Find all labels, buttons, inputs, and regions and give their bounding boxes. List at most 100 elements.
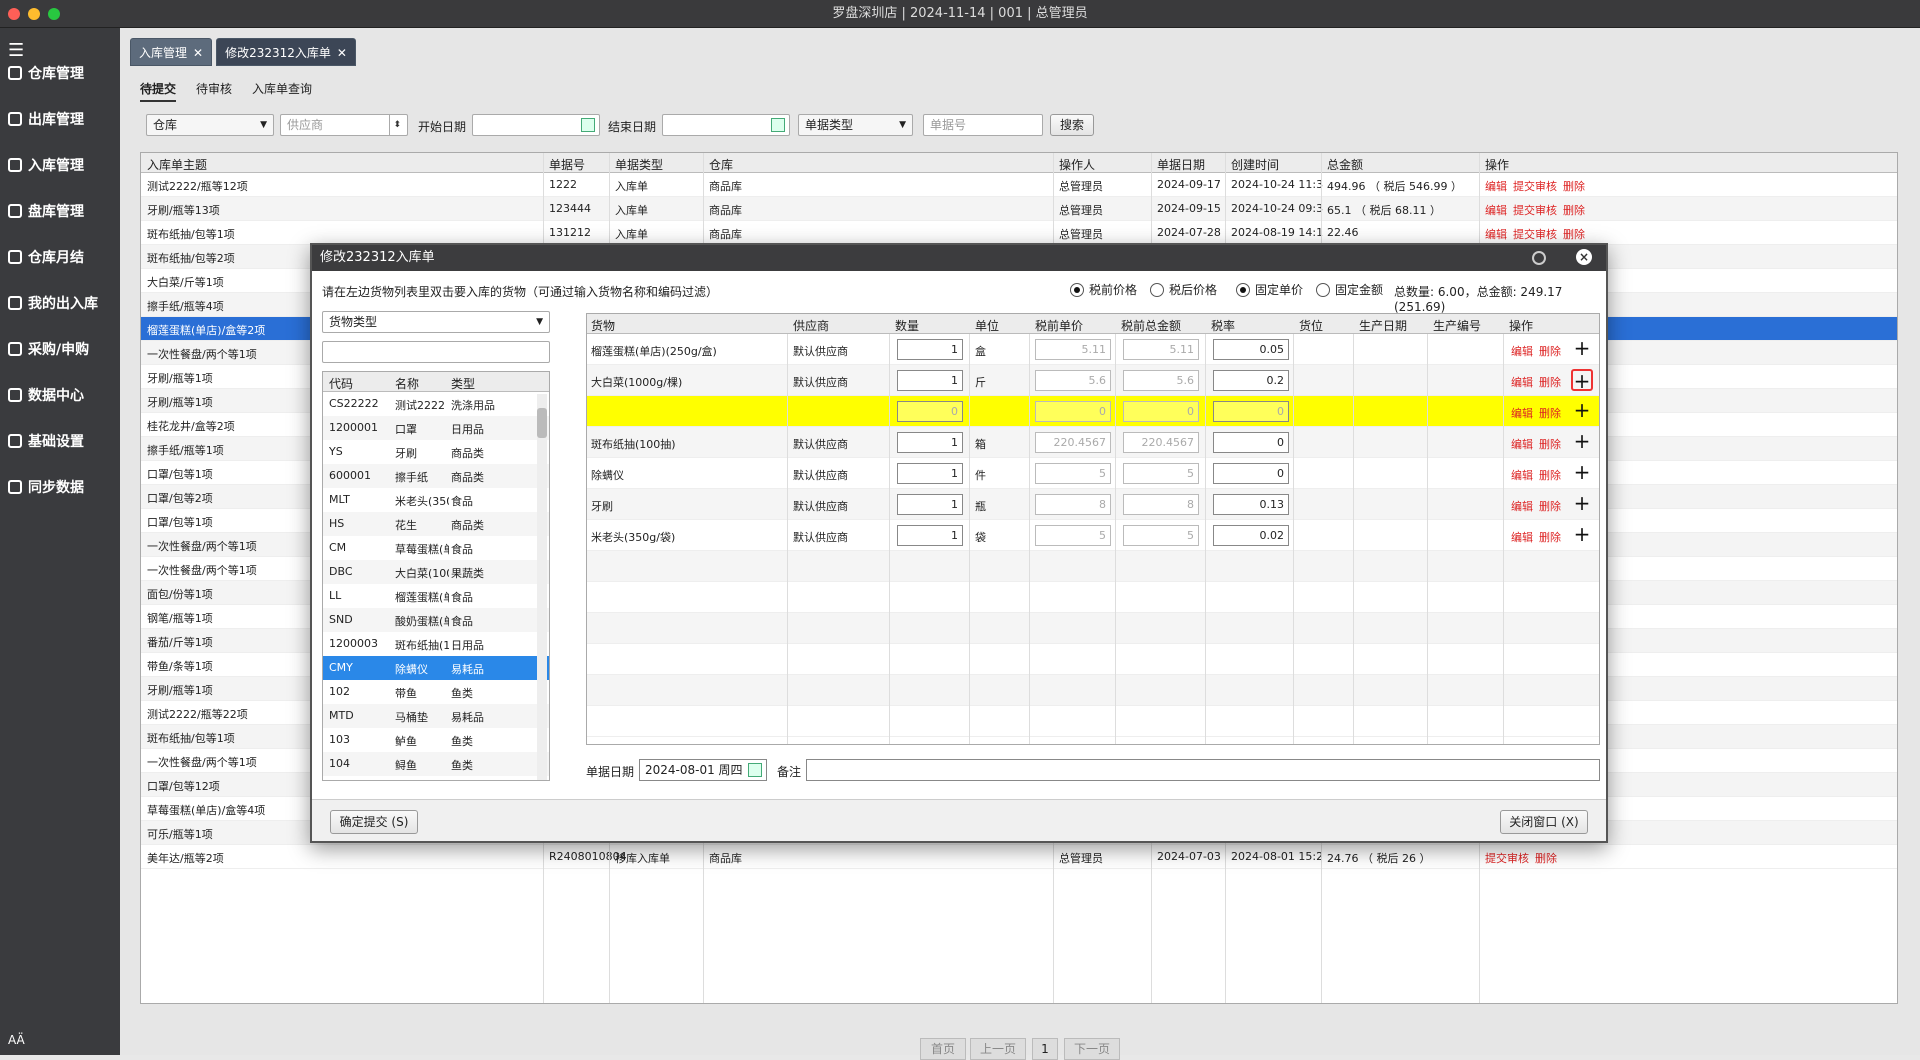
row-action-link[interactable]: 编辑 (1485, 228, 1507, 241)
subtab-query[interactable]: 入库单查询 (252, 80, 312, 102)
item-tax-input[interactable]: 0.2 (1213, 370, 1289, 391)
doc-type-select[interactable]: 单据类型 ▼ (798, 114, 913, 136)
goods-list-item[interactable]: YS 牙刷 商品类 (323, 440, 549, 464)
item-tax-input[interactable]: 0.02 (1213, 525, 1289, 546)
goods-list-item[interactable]: CM 草莓蛋糕(单 食品 (323, 536, 549, 560)
goods-list-item[interactable]: CS22222 测试2222 洗涤用品 (323, 392, 549, 416)
item-row[interactable]: 除螨仪 默认供应商件 1 5 5 0 编辑 删除 + (587, 458, 1599, 489)
item-qty-input[interactable]: 1 (897, 525, 963, 546)
calendar-icon[interactable] (581, 118, 595, 132)
goods-list-item[interactable]: 102 带鱼 鱼类 (323, 680, 549, 704)
sidebar-item[interactable]: 出库管理 (0, 96, 120, 142)
item-price-input[interactable]: 5 (1035, 525, 1111, 546)
goods-list-item[interactable]: HS 花生 商品类 (323, 512, 549, 536)
add-row-icon[interactable]: + (1571, 462, 1593, 484)
radio-fixed-amount[interactable]: 固定金额 (1316, 281, 1383, 298)
sidebar-item[interactable]: 入库管理 (0, 142, 120, 188)
item-total-input[interactable]: 220.4567 (1123, 432, 1199, 453)
item-qty-input[interactable]: 0 (897, 401, 963, 422)
item-qty-input[interactable]: 1 (897, 339, 963, 360)
radio-pretax-price[interactable]: 税前价格 (1070, 281, 1137, 298)
row-action-link[interactable]: 编辑 (1485, 204, 1507, 217)
sidebar-item[interactable]: 仓库管理 (0, 50, 120, 96)
item-row[interactable]: 榴莲蛋糕(单店)(250g/盒) 默认供应商 盒 1 5.11 5.11 0.05 编辑 删除 + (587, 334, 1599, 365)
edit-item-link[interactable]: 编辑 (1511, 498, 1533, 514)
zoom-window-dot[interactable] (48, 8, 60, 20)
close-icon[interactable]: ✕ (337, 46, 347, 60)
item-total-input[interactable]: 5 (1123, 463, 1199, 484)
goods-filter-input[interactable] (322, 341, 550, 363)
item-total-input[interactable]: 0 (1123, 401, 1199, 422)
minimize-window-dot[interactable] (28, 8, 40, 20)
doc-no-input[interactable]: 单据号 (923, 114, 1043, 136)
delete-item-link[interactable]: 删除 (1539, 529, 1561, 545)
edit-item-link[interactable]: 编辑 (1511, 436, 1533, 452)
item-row[interactable]: 大白菜(1000g/棵) 默认供应商 斤 1 5.6 5.6 0.2 编辑 删除 + (587, 365, 1599, 396)
add-row-icon[interactable]: + (1571, 493, 1593, 515)
add-row-icon[interactable]: + (1571, 524, 1593, 546)
item-price-input[interactable]: 0 (1035, 401, 1111, 422)
goods-list-item[interactable]: 103 鲈鱼 鱼类 (323, 728, 549, 752)
item-tax-input[interactable]: 0 (1213, 463, 1289, 484)
item-total-input[interactable]: 5 (1123, 525, 1199, 546)
item-qty-input[interactable]: 1 (897, 370, 963, 391)
goods-list-item[interactable]: 1200003 斑布纸抽(1(日用品 (323, 632, 549, 656)
item-price-input[interactable]: 5.11 (1035, 339, 1111, 360)
subtab-pending[interactable]: 待提交 (140, 80, 177, 102)
edit-item-link[interactable]: 编辑 (1511, 343, 1533, 359)
subtab-review[interactable]: 待审核 (196, 80, 232, 102)
goods-list-item[interactable]: MTD 马桶垫 易耗品 (323, 704, 549, 728)
delete-item-link[interactable]: 删除 (1539, 498, 1561, 514)
sidebar-item[interactable]: 仓库月结 (0, 234, 120, 280)
item-tax-input[interactable]: 0 (1213, 401, 1289, 422)
tab-edit-order[interactable]: 修改232312入库单 ✕ (216, 38, 356, 66)
delete-item-link[interactable]: 删除 (1539, 467, 1561, 483)
delete-item-link[interactable]: 删除 (1539, 374, 1561, 390)
goods-list-item[interactable]: 600001 擦手纸 商品类 (323, 464, 549, 488)
close-window-dot[interactable] (8, 8, 20, 20)
first-page-button[interactable]: 首页 (920, 1038, 966, 1060)
warehouse-select[interactable]: 仓库 ▼ (146, 114, 274, 136)
table-row[interactable]: 牙刷/瓶等13项 123444 入库单 商品库 总管理员 2024-09-15 2024-1… (141, 197, 1897, 221)
sidebar-item[interactable]: 采购/申购 (0, 326, 120, 372)
row-action-link[interactable]: 编辑 (1485, 180, 1507, 193)
next-page-button[interactable]: 下一页 (1064, 1038, 1120, 1060)
goods-list-item[interactable]: DBC 大白菜(100 果蔬类 (323, 560, 549, 584)
doc-date-input[interactable]: 2024-08-01 周四 (639, 759, 767, 781)
supplier-select[interactable]: 供应商 ⬍ (280, 114, 408, 136)
row-action-link[interactable]: 删除 (1563, 204, 1585, 217)
font-size-icon[interactable]: AÄ (8, 1033, 25, 1047)
delete-item-link[interactable]: 删除 (1539, 343, 1561, 359)
edit-item-link[interactable]: 编辑 (1511, 529, 1533, 545)
row-action-link[interactable]: 删除 (1563, 180, 1585, 193)
row-action-link[interactable]: 提交审核 (1513, 204, 1557, 217)
item-total-input[interactable]: 5.11 (1123, 339, 1199, 360)
item-price-input[interactable]: 220.4567 (1035, 432, 1111, 453)
end-date-input[interactable] (662, 114, 790, 136)
item-price-input[interactable]: 8 (1035, 494, 1111, 515)
delete-item-link[interactable]: 删除 (1539, 405, 1561, 421)
sidebar-item[interactable]: 盘库管理 (0, 188, 120, 234)
radio-fixed-unit-price[interactable]: 固定单价 (1236, 281, 1303, 298)
category-select[interactable]: 货物类型 ▼ (322, 311, 550, 333)
radio-aftertax-price[interactable]: 税后价格 (1150, 281, 1217, 298)
edit-item-link[interactable]: 编辑 (1511, 374, 1533, 390)
delete-item-link[interactable]: 删除 (1539, 436, 1561, 452)
item-row[interactable]: 牙刷 默认供应商 瓶 1 8 8 0.13 编辑 删除 + (587, 489, 1599, 520)
goods-list-item[interactable]: SND 酸奶蛋糕(单 食品 (323, 608, 549, 632)
table-row[interactable]: 美年达/瓶等2项 R2408010804 移库入库单 商品库 总管理员 2024-07-0… (141, 845, 1897, 869)
edit-item-link[interactable]: 编辑 (1511, 405, 1533, 421)
goods-list-item[interactable]: 1200001 口罩 日用品 (323, 416, 549, 440)
goods-list-scrollbar[interactable] (537, 394, 547, 780)
row-action-link[interactable]: 删除 (1535, 852, 1557, 865)
item-row[interactable]: 0 0 0 0 编辑 删除 + (587, 396, 1599, 427)
tab-inbound-management[interactable]: 入库管理 ✕ (130, 38, 213, 66)
prev-page-button[interactable]: 上一页 (970, 1038, 1026, 1060)
sidebar-item[interactable]: 同步数据 (0, 464, 120, 510)
close-icon[interactable]: × (1576, 249, 1592, 265)
item-tax-input[interactable]: 0 (1213, 432, 1289, 453)
table-row[interactable]: 斑布纸抽/包等1项 131212 入库单 商品库 总管理员 2024-07-28 2024-… (141, 221, 1897, 245)
item-total-input[interactable]: 5.6 (1123, 370, 1199, 391)
current-page[interactable]: 1 (1032, 1038, 1058, 1060)
row-action-link[interactable]: 提交审核 (1513, 228, 1557, 241)
